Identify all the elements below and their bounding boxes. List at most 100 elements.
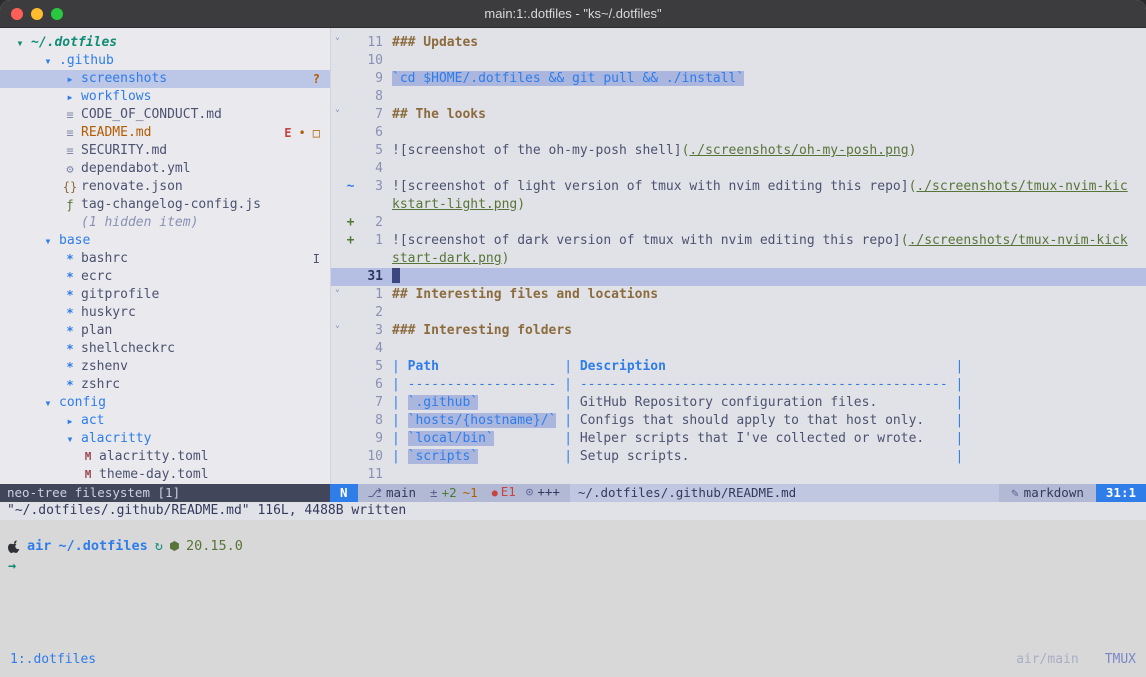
cursor-position: 31:1 xyxy=(1096,484,1146,502)
fold-indicator: ˅ xyxy=(331,322,344,340)
editor-line[interactable]: 8 xyxy=(331,88,1146,106)
gutter-sign xyxy=(344,52,357,70)
fold-indicator: ˅ xyxy=(331,286,344,304)
ibeam-marker: I xyxy=(313,250,320,268)
fold-indicator xyxy=(331,214,344,232)
tree-item-zshenv[interactable]: *zshenv xyxy=(0,358,330,376)
editor-line[interactable]: 7| `.github` | GitHub Repository configu… xyxy=(331,394,1146,412)
gutter-sign xyxy=(344,304,357,322)
tree-item-security-md[interactable]: ≡SECURITY.md xyxy=(0,142,330,160)
editor-line[interactable]: 5| Path | Description | xyxy=(331,358,1146,376)
markdown-file-icon: ≡ xyxy=(62,142,78,160)
editor-line[interactable]: 4 xyxy=(331,340,1146,358)
line-text xyxy=(383,52,1146,70)
editor-line[interactable]: 9| `local/bin` | Helper scripts that I'v… xyxy=(331,430,1146,448)
error-count: E1 xyxy=(501,484,516,499)
close-button[interactable] xyxy=(11,8,23,20)
tree-item-config[interactable]: ▾config xyxy=(0,394,330,412)
fold-indicator xyxy=(331,142,344,160)
git-branch-icon: ⎇ xyxy=(368,485,382,500)
tree-item-label: zshenv xyxy=(81,358,128,376)
line-text: | `.github` | GitHub Repository configur… xyxy=(383,394,1146,412)
line-text: | `hosts/{hostname}/` | Configs that sho… xyxy=(383,412,1146,430)
tree-item-huskyrc[interactable]: *huskyrc xyxy=(0,304,330,322)
tree-item-ecrc[interactable]: *ecrc xyxy=(0,268,330,286)
folder-collapsed-icon: ▸ xyxy=(62,412,78,430)
line-number: 1 xyxy=(357,232,383,250)
line-text xyxy=(383,160,1146,178)
tree-item-badges: ? xyxy=(313,70,320,88)
editor-line[interactable]: 10 xyxy=(331,52,1146,70)
tree-item-alacritty-toml[interactable]: Malacritty.toml xyxy=(0,448,330,466)
tree-item-label: renovate.json xyxy=(81,178,183,196)
editor-line[interactable]: ˅ 11### Updates xyxy=(331,34,1146,52)
tree-item-github[interactable]: ▾.github xyxy=(0,52,330,70)
tree-item-1-hidden-item[interactable]: (1 hidden item) xyxy=(0,214,330,232)
tree-item-alacritty[interactable]: ▾alacritty xyxy=(0,430,330,448)
fold-indicator: ˅ xyxy=(331,106,344,124)
tree-item-bashrc[interactable]: *bashrcI xyxy=(0,250,330,268)
editor-buffer[interactable]: ˅ 11### Updates 10 9`cd $HOME/.dotfiles … xyxy=(330,28,1146,484)
editor-line[interactable]: 10| `scripts` | Setup scripts. | xyxy=(331,448,1146,466)
tmux-statusbar: 1:.dotfiles air/main TMUX xyxy=(8,652,1138,667)
tmux-window-tab[interactable]: 1:.dotfiles xyxy=(10,652,96,667)
editor-line[interactable]: 8| `hosts/{hostname}/` | Configs that sh… xyxy=(331,412,1146,430)
markdown-file-icon: ≡ xyxy=(62,124,78,142)
editor-line[interactable]: 5![screenshot of the oh-my-posh shell](.… xyxy=(331,142,1146,160)
zoom-button[interactable] xyxy=(51,8,63,20)
shell-file-icon: * xyxy=(62,304,78,322)
tree-item-act[interactable]: ▸act xyxy=(0,412,330,430)
editor-line[interactable]: 11 xyxy=(331,466,1146,484)
shell-file-icon: * xyxy=(62,286,78,304)
tree-item-readme-md[interactable]: ≡README.mdE•□ xyxy=(0,124,330,142)
fold-indicator xyxy=(331,196,344,214)
folder-expanded-icon: ▾ xyxy=(40,394,56,412)
line-number: 6 xyxy=(357,376,383,394)
tree-item-tag-changelog-config-js[interactable]: ƒtag-changelog-config.js xyxy=(0,196,330,214)
fold-indicator xyxy=(331,412,344,430)
apple-icon xyxy=(8,539,20,553)
editor-line[interactable]: start-dark.png) xyxy=(331,250,1146,268)
yaml-file-icon: ⚙ xyxy=(62,160,78,178)
editor-line[interactable]: 31 xyxy=(331,268,1146,286)
editor-line[interactable]: 2 xyxy=(331,304,1146,322)
node-version: 20.15.0 xyxy=(186,538,243,554)
line-text: ## The looks xyxy=(383,106,1146,124)
editor-line[interactable]: 4 xyxy=(331,160,1146,178)
line-text: ### Updates xyxy=(383,34,1146,52)
fold-indicator xyxy=(331,304,344,322)
tree-item-dotfiles[interactable]: ▾~/.dotfiles xyxy=(0,34,330,52)
tree-item-workflows[interactable]: ▸workflows xyxy=(0,88,330,106)
tree-item-label: bashrc xyxy=(81,250,128,268)
editor-line[interactable]: ˅ 7## The looks xyxy=(331,106,1146,124)
diagnostics-segment: ●E1⊙+++ xyxy=(492,484,560,502)
tree-item-dependabot-yml[interactable]: ⚙dependabot.yml xyxy=(0,160,330,178)
tree-item-shellcheckrc[interactable]: *shellcheckrc xyxy=(0,340,330,358)
shell-prompt: air ~/.dotfiles ↻ 20.15.0 xyxy=(8,536,1138,556)
tree-item-theme-day-toml[interactable]: Mtheme-day.toml xyxy=(0,466,330,484)
editor-line[interactable]: ~3![screenshot of light version of tmux … xyxy=(331,178,1146,196)
editor-line[interactable]: 9`cd $HOME/.dotfiles && git pull && ./in… xyxy=(331,70,1146,88)
tree-item-renovate-json[interactable]: {}renovate.json xyxy=(0,178,330,196)
shell-input-line[interactable]: → xyxy=(8,558,1138,578)
tree-item-gitprofile[interactable]: *gitprofile xyxy=(0,286,330,304)
tree-item-code-of-conduct-md[interactable]: ≡CODE_OF_CONDUCT.md xyxy=(0,106,330,124)
tree-item-label: alacritty xyxy=(81,430,151,448)
editor-line[interactable]: +2 xyxy=(331,214,1146,232)
editor-line[interactable]: 6| ------------------- | ---------------… xyxy=(331,376,1146,394)
tree-item-base[interactable]: ▾base xyxy=(0,232,330,250)
tree-item-zshrc[interactable]: *zshrc xyxy=(0,376,330,394)
editor-line[interactable]: +1![screenshot of dark version of tmux w… xyxy=(331,232,1146,250)
editor-line[interactable]: 6 xyxy=(331,124,1146,142)
editor-line[interactable]: ˅ 1## Interesting files and locations xyxy=(331,286,1146,304)
fold-indicator xyxy=(331,430,344,448)
minimize-button[interactable] xyxy=(31,8,43,20)
neotree-title: neo-tree filesystem [1] xyxy=(7,485,180,500)
editor-line[interactable]: ˅ 3### Interesting folders xyxy=(331,322,1146,340)
tree-item-screenshots[interactable]: ▸screenshots? xyxy=(0,70,330,88)
gutter-sign xyxy=(344,250,357,268)
tree-item-plan[interactable]: *plan xyxy=(0,322,330,340)
line-number xyxy=(357,196,383,214)
toml-file-icon: M xyxy=(80,448,96,466)
editor-line[interactable]: kstart-light.png) xyxy=(331,196,1146,214)
